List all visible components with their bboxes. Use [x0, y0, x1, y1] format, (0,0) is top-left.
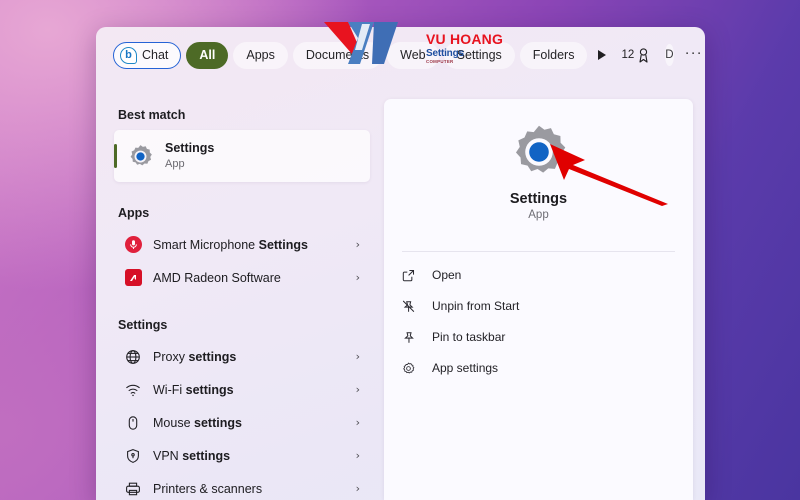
- app-preview-kind: App: [528, 209, 549, 221]
- result-label: Printers & scanners: [153, 481, 263, 496]
- action-pin-to-taskbar[interactable]: Pin to taskbar: [384, 324, 693, 350]
- app-preview: Settings App: [384, 99, 693, 242]
- action-label: Pin to taskbar: [432, 330, 506, 344]
- result-label: Smart Microphone Settings: [153, 237, 308, 252]
- rewards-indicator[interactable]: 12: [621, 47, 650, 63]
- result-printers-scanners[interactable]: Printers & scanners ›: [114, 472, 370, 500]
- account-avatar[interactable]: D: [665, 44, 674, 66]
- wifi-icon: [124, 382, 142, 398]
- settings-gear-icon: [130, 144, 152, 165]
- best-match-heading: Best match: [118, 108, 186, 122]
- result-mouse-settings[interactable]: Mouse settings ›: [114, 406, 370, 439]
- search-results-column: Best match Settings App Apps Smart Micro…: [96, 83, 384, 500]
- chevron-right-icon[interactable]: ›: [356, 271, 360, 284]
- result-amd-radeon-software[interactable]: AMD Radeon Software ›: [114, 261, 370, 294]
- rewards-count: 12: [621, 49, 635, 61]
- app-detail-panel: Settings App Open Unpin from Start Pin t…: [384, 99, 693, 500]
- chevron-right-icon[interactable]: ›: [356, 416, 360, 429]
- app-preview-name: Settings: [509, 191, 568, 207]
- search-filter-bar: b Chat All Apps Documents Web Settings F…: [96, 27, 705, 83]
- filter-tab-apps[interactable]: Apps: [233, 41, 288, 69]
- chevron-right-icon[interactable]: ›: [356, 482, 360, 495]
- result-label: VPN settings: [153, 448, 231, 463]
- mouse-icon: [124, 415, 142, 431]
- chevron-right-icon[interactable]: ›: [356, 238, 360, 251]
- result-label: Wi-Fi settings: [153, 382, 234, 397]
- unpin-icon: [400, 300, 416, 313]
- globe-icon: [124, 349, 142, 365]
- filter-chat-button[interactable]: b Chat: [113, 41, 182, 69]
- action-label: App settings: [432, 361, 499, 375]
- result-vpn-settings[interactable]: VPN settings ›: [114, 439, 370, 472]
- filter-chat-label: Chat: [142, 48, 169, 62]
- result-proxy-settings[interactable]: Proxy settings ›: [114, 340, 370, 373]
- search-flyout-window: b Chat All Apps Documents Web Settings F…: [96, 27, 705, 500]
- action-label: Unpin from Start: [432, 299, 520, 313]
- best-match-subtitle: App: [165, 158, 185, 170]
- action-app-settings[interactable]: App settings: [384, 355, 693, 381]
- pin-icon: [400, 331, 416, 344]
- filter-tab-web[interactable]: Web: [387, 41, 439, 69]
- play-arrow-icon[interactable]: [598, 50, 607, 60]
- more-options-icon[interactable]: ···: [685, 44, 703, 61]
- shield-vpn-icon: [124, 448, 142, 464]
- printer-icon: [124, 481, 142, 497]
- result-label: Proxy settings: [153, 349, 237, 364]
- apps-heading: Apps: [118, 206, 150, 220]
- result-label: AMD Radeon Software: [153, 270, 281, 285]
- gear-icon: [400, 362, 416, 375]
- chevron-right-icon[interactable]: ›: [356, 350, 360, 363]
- app-action-list: Open Unpin from Start Pin to taskbar App…: [384, 252, 693, 381]
- open-external-icon: [400, 269, 416, 282]
- action-open[interactable]: Open: [384, 262, 693, 288]
- bing-chat-icon: b: [120, 46, 137, 64]
- result-smart-microphone-settings[interactable]: Smart Microphone Settings ›: [114, 228, 370, 261]
- chevron-right-icon[interactable]: ›: [356, 449, 360, 462]
- amd-radeon-icon: [124, 269, 142, 286]
- result-wifi-settings[interactable]: Wi-Fi settings ›: [114, 373, 370, 406]
- action-unpin-from-start[interactable]: Unpin from Start: [384, 293, 693, 319]
- rewards-medal-icon: [639, 47, 648, 63]
- action-label: Open: [432, 268, 462, 282]
- settings-heading: Settings: [118, 318, 168, 332]
- settings-gear-icon: [515, 125, 565, 173]
- best-match-result-settings[interactable]: Settings App: [114, 130, 370, 182]
- result-label: Mouse settings: [153, 415, 242, 430]
- best-match-title: Settings: [165, 141, 215, 155]
- microphone-app-icon: [124, 236, 142, 253]
- filter-tab-all[interactable]: All: [186, 41, 229, 69]
- filter-tab-settings[interactable]: Settings: [443, 41, 515, 69]
- filter-tab-folders[interactable]: Folders: [519, 41, 588, 69]
- filter-tab-documents[interactable]: Documents: [292, 41, 383, 69]
- chevron-right-icon[interactable]: ›: [356, 383, 360, 396]
